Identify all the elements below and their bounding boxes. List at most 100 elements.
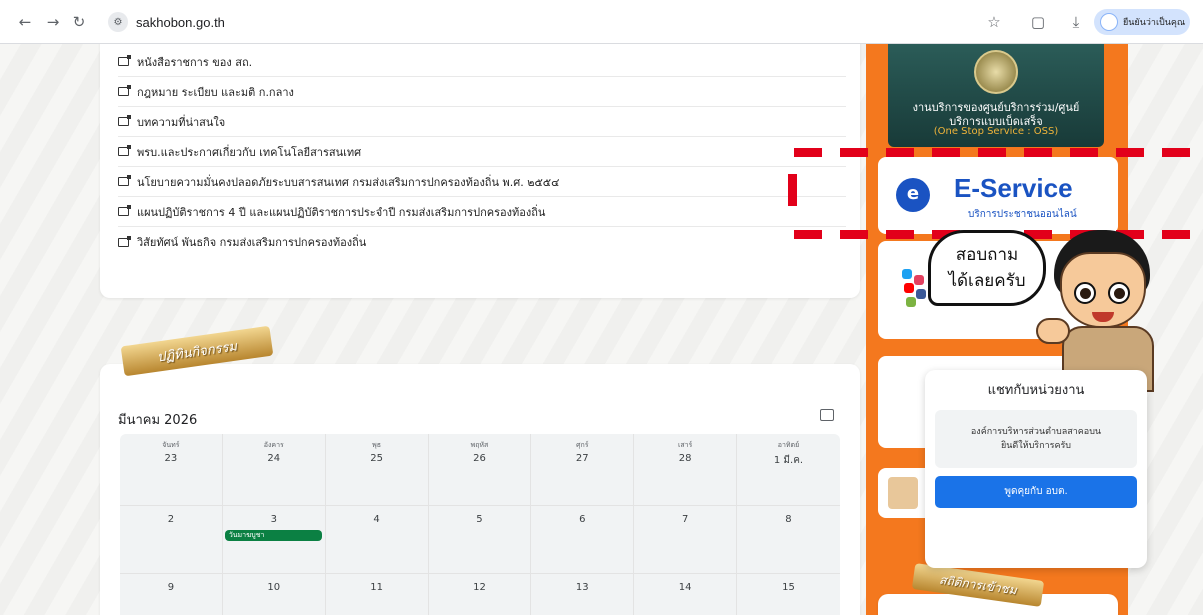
forward-arrow-icon[interactable]: → (40, 9, 66, 35)
sidebar-button[interactable] (888, 477, 918, 509)
bookmark-star-icon[interactable]: ☆ (984, 12, 1004, 32)
link-label[interactable]: นโยบายความมั่นคงปลอดภัยระบบสารสนเทศ กรมส… (137, 173, 559, 191)
calendar-day[interactable]: 15 (737, 574, 840, 615)
day-number: 25 (370, 453, 383, 464)
calendar-day[interactable]: จันทร์ 23 (120, 434, 223, 506)
social-icon (916, 289, 926, 299)
day-number: 26 (473, 453, 486, 464)
list-item[interactable]: พรบ.และประกาศเกี่ยวกับ เทคโนโลยีสารสนเทศ (118, 137, 846, 167)
day-of-week: เสาร์ (677, 441, 693, 449)
bubble-text: ได้เลยครับ (948, 271, 1026, 291)
calendar-day[interactable]: อาทิตย์ 1 มี.ค. (737, 434, 840, 506)
extensions-icon[interactable]: ▢ (1028, 12, 1048, 32)
external-link-icon (118, 235, 131, 247)
calendar-day[interactable]: ศุกร์ 27 (531, 434, 635, 506)
list-item[interactable]: หนังสือราชการ ของ สถ. (118, 47, 846, 77)
stats-ribbon: สถิติการเข้าชม (903, 563, 1053, 607)
social-icon (914, 275, 924, 285)
day-of-week: อาทิตย์ (777, 441, 800, 449)
external-link-icon (118, 205, 131, 216)
day-number: 12 (473, 582, 486, 593)
link-list: หนังสือราชการ ของ สถ. กฎหมาย ระเบียบ และ… (118, 47, 846, 257)
list-item[interactable]: กฎหมาย ระเบียบ และมติ ก.กลาง (118, 77, 846, 107)
chat-title: แชทกับหน่วยงาน (987, 383, 1085, 398)
profile-label: ยืนยันว่าเป็นคุณ (1123, 18, 1186, 28)
day-number: 14 (678, 582, 692, 593)
day-number: 9 (167, 582, 175, 593)
day-of-week: พุธ (372, 441, 382, 449)
calendar-day[interactable]: 6 (531, 506, 635, 574)
link-label[interactable]: หนังสือราชการ ของ สถ. (137, 53, 252, 71)
calendar-event[interactable]: วันมาฆบูชา (224, 530, 322, 541)
day-number: 6 (579, 514, 586, 525)
chat-message-line: องค์การบริหารส่วนตำบลสาคอบน (970, 427, 1102, 437)
page-viewport: หนังสือราชการ ของ สถ. กฎหมาย ระเบียบ และ… (0, 44, 1203, 615)
calendar-day[interactable]: เสาร์ 28 (634, 434, 738, 506)
calendar-day[interactable]: 9 (120, 574, 223, 615)
dashed-divider (788, 174, 797, 206)
day-number: 2 (167, 514, 175, 525)
calendar-day[interactable]: 5 (428, 506, 532, 574)
day-number: 3 (270, 514, 277, 525)
calendar-day[interactable]: 2 (120, 506, 223, 574)
calendar-day[interactable]: 13 (531, 574, 635, 615)
dashed-divider (794, 148, 1203, 157)
browser-toolbar: ← → ↻ ⚙ sakhobon.go.th ☆ ▢ ⤓ ยืนยันว่าเป… (0, 0, 1203, 44)
site-info-icon[interactable]: ⚙ (108, 12, 128, 32)
calendar-day[interactable]: 11 (326, 574, 429, 615)
list-item[interactable]: แผนปฏิบัติราชการ 4 ปี และแผนปฏิบัติราชกา… (118, 197, 846, 227)
day-number: 23 (164, 453, 178, 464)
calendar-day[interactable]: 7 (634, 506, 738, 574)
calendar-day[interactable]: 10 (223, 574, 326, 615)
social-icon (906, 297, 916, 307)
feedback-icon[interactable] (820, 409, 834, 421)
day-number: 28 (678, 453, 692, 464)
calendar-day[interactable]: อังคาร 24 (222, 434, 326, 506)
chat-message-line: ยินดีให้บริการครับ (1000, 441, 1072, 451)
day-of-week: ศุกร์ (576, 441, 589, 449)
external-link-icon (118, 85, 131, 96)
profile-chip[interactable]: ยืนยันว่าเป็นคุณ (1094, 9, 1190, 35)
calendar-month: มีนาคม 2026 (118, 413, 198, 428)
chat-speech-bubble[interactable]: สอบถาม ได้เลยครับ (928, 230, 1046, 306)
calendar-week: 9 10 11 12 13 14 15 (120, 574, 840, 615)
address-bar[interactable]: ⚙ sakhobon.go.th (100, 7, 962, 37)
list-item[interactable]: วิสัยทัศน์ พันธกิจ กรมส่งเสริมการปกครองท… (118, 227, 846, 257)
mascot-eye (1108, 282, 1130, 304)
calendar-day[interactable]: 12 (429, 574, 532, 615)
link-label[interactable]: วิสัยทัศน์ พันธกิจ กรมส่งเสริมการปกครองท… (137, 233, 366, 251)
calendar-day[interactable]: 4 (325, 506, 429, 574)
day-number: 13 (575, 582, 589, 593)
list-item[interactable]: บทความที่น่าสนใจ (118, 107, 846, 137)
calendar-day[interactable]: พฤหัส 26 (428, 434, 532, 506)
list-item[interactable]: นโยบายความมั่นคงปลอดภัยระบบสารสนเทศ กรมส… (118, 167, 846, 197)
day-number: 7 (681, 514, 689, 525)
chat-start-button[interactable]: พูดคุยกับ อบต. (935, 476, 1137, 508)
calendar-day[interactable]: 8 (737, 506, 840, 574)
mascot-eye (1074, 282, 1096, 304)
day-of-week: อังคาร (263, 441, 284, 449)
day-number: 5 (476, 514, 483, 525)
day-number: 8 (785, 514, 792, 525)
link-label[interactable]: กฎหมาย ระเบียบ และมติ ก.กลาง (137, 83, 294, 101)
reload-icon[interactable]: ↻ (66, 9, 92, 35)
stats-ribbon-label: สถิติการเข้าชม (911, 563, 1045, 607)
mascot-mouth (1092, 312, 1114, 322)
link-label[interactable]: บทความที่น่าสนใจ (137, 113, 225, 131)
calendar-week: 2 3 วันมาฆบูชา 4 5 6 7 8 (120, 506, 840, 574)
links-card: หนังสือราชการ ของ สถ. กฎหมาย ระเบียบ และ… (100, 44, 860, 298)
day-number: 10 (267, 582, 281, 593)
calendar-grid: จันทร์ 23 อังคาร 24 พุธ 25 พฤหัส 26 ศุกร์ 27 … (120, 434, 840, 615)
chat-message: องค์การบริหารส่วนตำบลสาคอบน ยินดีให้บริก… (935, 410, 1137, 468)
calendar-day[interactable]: 3 วันมาฆบูชา (222, 506, 326, 574)
calendar-day[interactable]: 14 (634, 574, 738, 615)
external-link-icon (118, 55, 131, 66)
download-icon[interactable]: ⤓ (1066, 12, 1086, 32)
back-arrow-icon[interactable]: ← (12, 9, 38, 35)
eservice-banner[interactable]: e E-Service บริการประชาชนออนไลน์ (878, 157, 1118, 234)
link-label[interactable]: แผนปฏิบัติราชการ 4 ปี และแผนปฏิบัติราชกา… (137, 203, 545, 221)
link-label[interactable]: พรบ.และประกาศเกี่ยวกับ เทคโนโลยีสารสนเทศ (137, 143, 361, 161)
oss-banner[interactable]: งานบริการของศูนย์บริการร่วม/ศูนย์ บริการ… (888, 44, 1104, 147)
calendar-day[interactable]: พุธ 25 (325, 434, 429, 506)
day-number: 4 (373, 514, 380, 525)
